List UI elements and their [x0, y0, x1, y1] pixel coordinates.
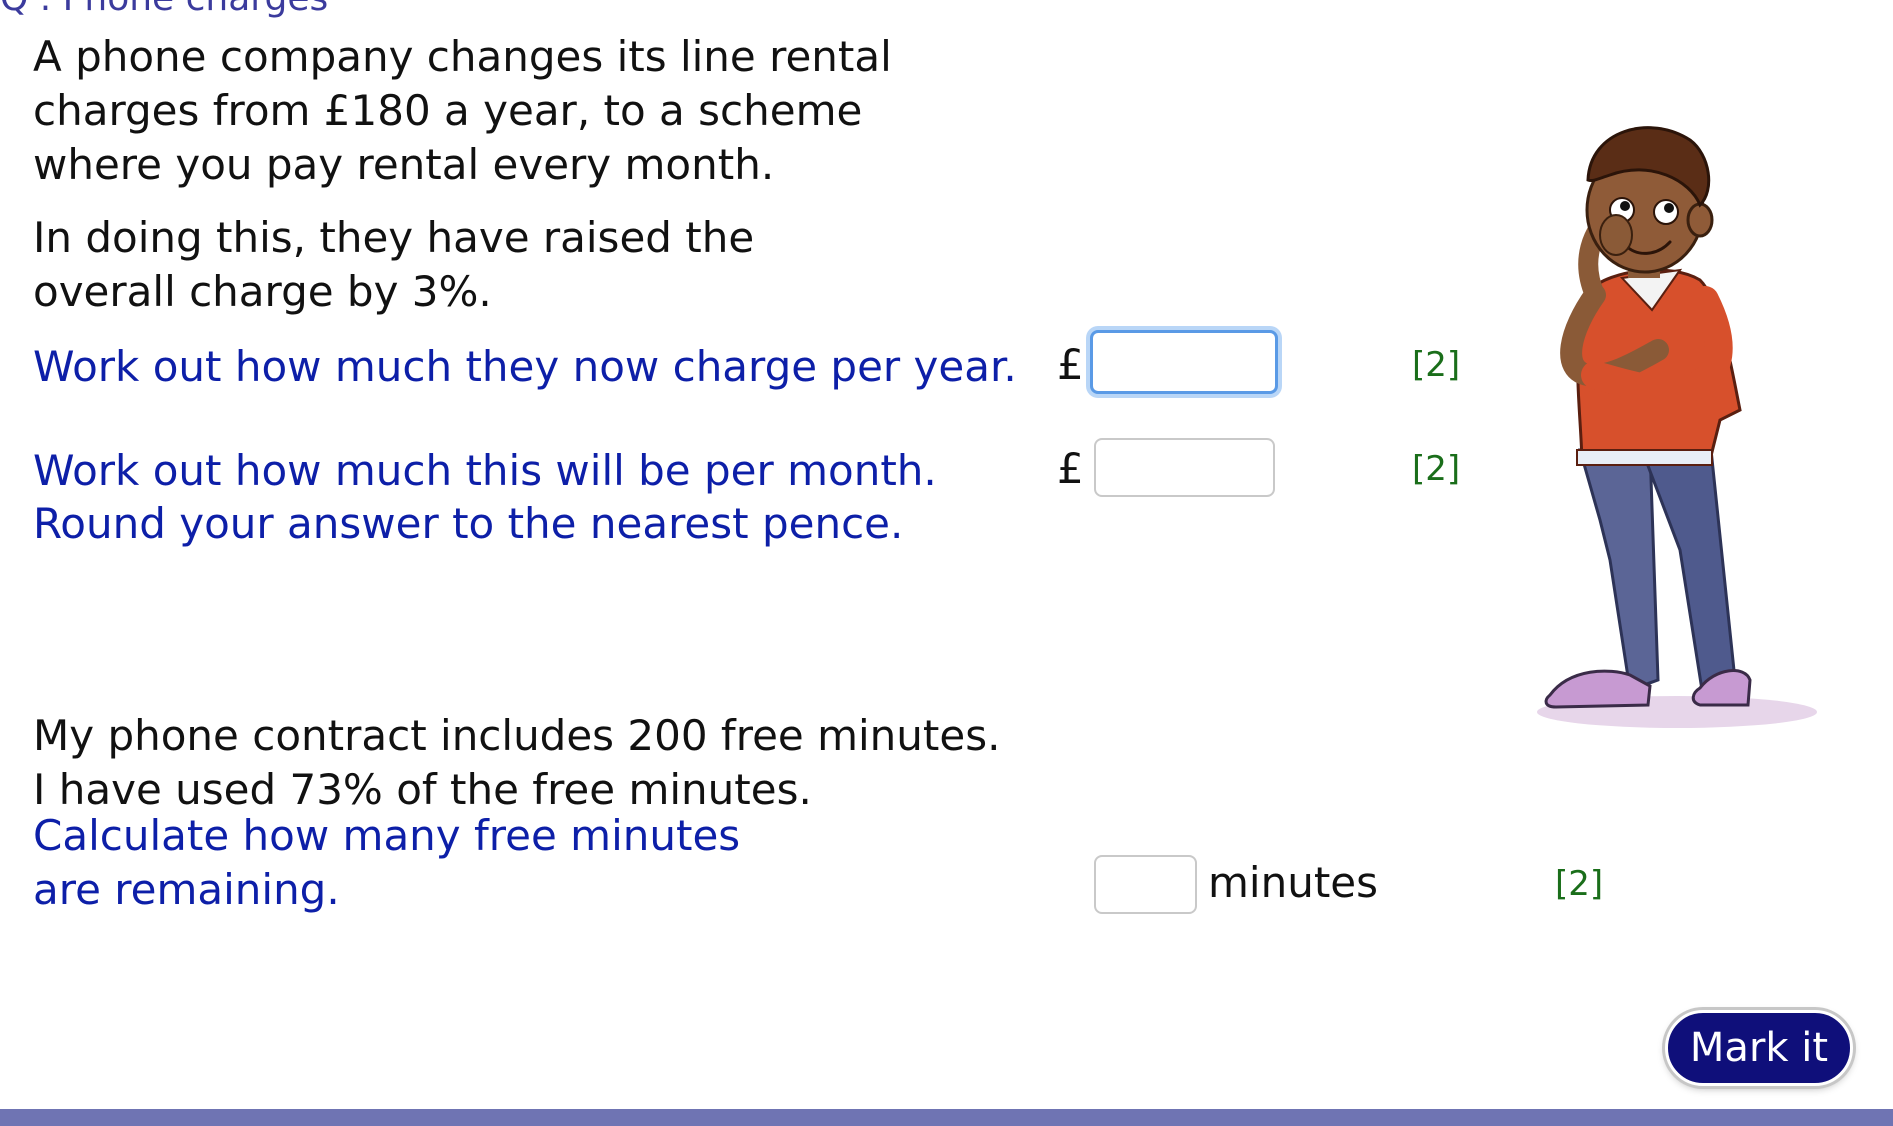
mark-it-button[interactable]: Mark it — [1665, 1010, 1853, 1086]
page-title-fragment: Q . Phone charges — [0, 0, 328, 19]
intro-line-1: A phone company changes its line rental — [33, 32, 892, 81]
question-3-answer-input[interactable] — [1094, 855, 1197, 914]
question-2-answer-input[interactable] — [1094, 438, 1275, 497]
question-3-unit: minutes — [1208, 858, 1379, 907]
question-3-marks: [2] — [1555, 864, 1604, 904]
question-1-currency: £ — [1057, 340, 1084, 389]
question-1-marks: [2] — [1412, 345, 1461, 385]
question-3-prompt-line-1: Calculate how many free minutes — [33, 811, 741, 860]
footer-bar — [0, 1109, 1893, 1126]
question-3-prompt-line-2: are remaining. — [33, 865, 340, 914]
question-2-prompt-line-2: Round your answer to the nearest pence. — [33, 499, 904, 548]
context-line-1: My phone contract includes 200 free minu… — [33, 711, 1001, 760]
question-2-currency: £ — [1057, 444, 1084, 493]
question-2-prompt-line-1: Work out how much this will be per month… — [33, 446, 937, 495]
question-1-prompt: Work out how much they now charge per ye… — [33, 342, 1017, 391]
intro-line-5: overall charge by 3%. — [33, 267, 492, 316]
intro-line-2: charges from £180 a year, to a scheme — [33, 86, 863, 135]
intro-line-4: In doing this, they have raised the — [33, 213, 755, 262]
question-2-marks: [2] — [1412, 449, 1461, 489]
question-1-answer-input[interactable] — [1090, 330, 1278, 394]
thinking-boy-illustration — [1537, 126, 1817, 728]
intro-line-3: where you pay rental every month. — [33, 140, 775, 189]
